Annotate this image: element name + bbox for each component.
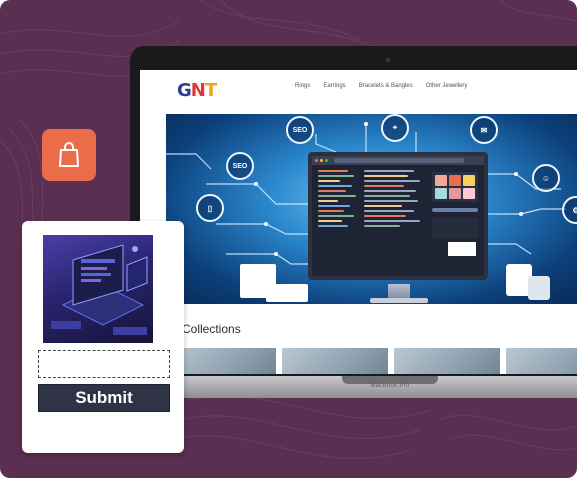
monitor-foot — [370, 298, 428, 303]
laptop-camera — [386, 58, 390, 62]
site-logo[interactable]: GNT — [177, 80, 217, 101]
background-panel: GNT Rings Earrings Bracelets & Bangles O… — [0, 0, 577, 478]
mobile-icon: ▯ — [196, 194, 224, 222]
nav-link-bracelets[interactable]: Bracelets & Bangles — [359, 83, 413, 89]
shopping-bag-icon — [59, 142, 79, 167]
nav-link-rings[interactable]: Rings — [295, 83, 310, 89]
code-column — [318, 170, 358, 230]
site-navbar: GNT Rings Earrings Bracelets & Bangles O… — [140, 70, 577, 106]
music-card — [432, 218, 478, 238]
logo-letter-t: T — [204, 80, 217, 101]
color-palette — [432, 172, 478, 202]
collection-tile[interactable] — [282, 348, 388, 374]
submit-button[interactable]: Submit — [38, 384, 170, 412]
nav-link-other-jewellery[interactable]: Other Jewellery — [426, 83, 468, 89]
collection-tile[interactable] — [170, 348, 276, 374]
nav-links: Rings Earrings Bracelets & Bangles Other… — [295, 83, 467, 89]
code-column — [364, 170, 424, 230]
logo-letter-n: N — [190, 80, 206, 101]
seo-icon: SEO — [226, 152, 254, 180]
mail-icon: ✉ — [470, 116, 498, 144]
nav-link-earrings[interactable]: Earrings — [323, 83, 345, 89]
laptop-screen: GNT Rings Earrings Bracelets & Bangles O… — [140, 70, 577, 374]
logo-letter-g: G — [177, 80, 192, 101]
form-card: Submit — [22, 221, 184, 453]
shopping-bag-button[interactable] — [42, 129, 96, 181]
map-icon: ⌖ — [381, 114, 409, 142]
hero-monitor — [308, 152, 488, 280]
seo-icon: SEO — [286, 116, 314, 144]
isometric-computer-graphic — [51, 244, 148, 335]
laptop-model-label: MacBook Pro — [370, 383, 410, 389]
white-panel — [448, 242, 476, 256]
collection-tile[interactable] — [506, 348, 577, 374]
tech-illustration-image — [43, 235, 153, 343]
monitor-titlebar — [312, 156, 484, 165]
shopping-bag-illustration — [528, 276, 550, 300]
slider-strip — [432, 208, 478, 212]
text-input[interactable] — [38, 350, 170, 378]
document-illustration — [266, 284, 308, 302]
collection-tile[interactable] — [394, 348, 500, 374]
hero-banner: SEO SEO ⌖ ✉ ☺ ▯ ⚙ — [166, 114, 577, 304]
group-icon: ☺ — [532, 164, 560, 192]
